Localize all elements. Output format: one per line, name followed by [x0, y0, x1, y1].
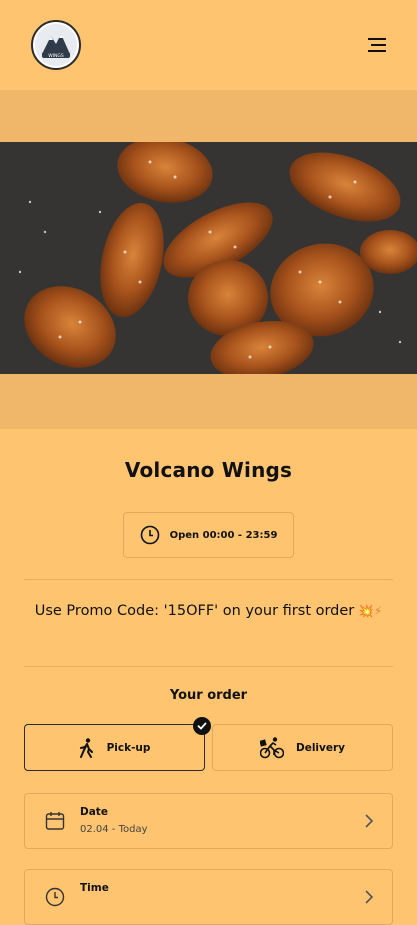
- chicken-wings-photo: [0, 142, 417, 374]
- divider: [24, 666, 393, 667]
- divider: [24, 579, 393, 580]
- pickup-label: Pick-up: [106, 741, 151, 754]
- chevron-right-icon: [365, 890, 374, 904]
- pickup-option[interactable]: Pick-up: [24, 724, 205, 771]
- restaurant-name: Volcano Wings: [124, 458, 293, 482]
- hero-bottom-band: [0, 374, 417, 429]
- clock-icon: [45, 887, 65, 907]
- hamburger-menu-icon: [368, 38, 386, 52]
- promo-text: Use Promo Code: '15OFF' on your first or…: [34, 603, 355, 619]
- time-selector[interactable]: Time: [24, 869, 393, 925]
- chevron-right-icon: [365, 814, 374, 828]
- selected-check-icon: [193, 717, 211, 735]
- opening-hours-text: Open 00:00 - 23:59: [169, 529, 278, 541]
- promo-banner: Use Promo Code: '15OFF' on your first or…: [24, 600, 393, 622]
- hero-image: [0, 142, 417, 374]
- restaurant-logo[interactable]: WINGS: [31, 20, 81, 70]
- your-order-heading: Your order: [169, 688, 248, 703]
- svg-text:WINGS: WINGS: [48, 53, 64, 59]
- time-label: Time: [80, 882, 109, 894]
- date-value: 02.04 - Today: [80, 824, 148, 835]
- clock-icon: [140, 525, 159, 545]
- promo-emoji: 💥⚡: [358, 604, 383, 618]
- date-label: Date: [80, 806, 108, 818]
- walking-person-icon: [79, 737, 93, 758]
- logo-graphic: WINGS: [35, 24, 77, 66]
- app-header: WINGS: [0, 0, 417, 90]
- cyclist-icon: [259, 736, 284, 758]
- delivery-label: Delivery: [295, 741, 346, 754]
- calendar-icon: [45, 812, 65, 830]
- delivery-option[interactable]: Delivery: [212, 724, 393, 771]
- menu-button[interactable]: [362, 32, 392, 58]
- hero-top-band: [0, 90, 417, 142]
- date-selector[interactable]: Date 02.04 - Today: [24, 793, 393, 849]
- opening-hours-badge: Open 00:00 - 23:59: [123, 512, 294, 558]
